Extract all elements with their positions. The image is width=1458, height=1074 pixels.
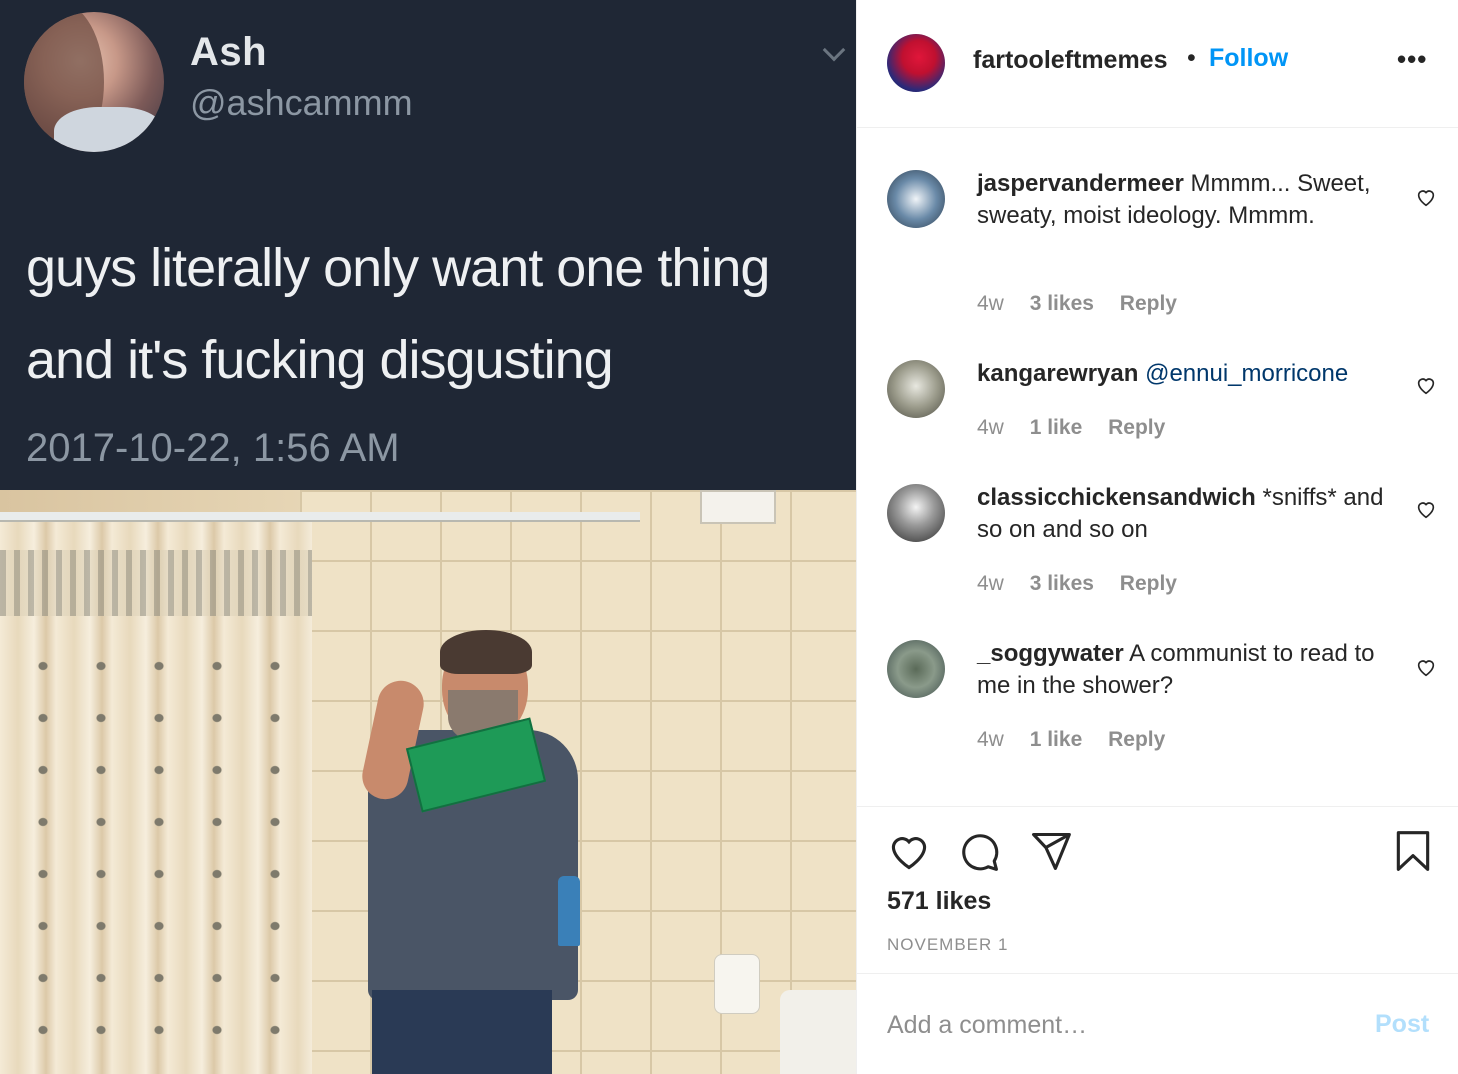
curtain-pattern-band: [0, 550, 312, 616]
author-username[interactable]: fartooleftmemes: [973, 46, 1168, 75]
post-actions: 571 likes NOVEMBER 1: [857, 806, 1458, 974]
comment-mention[interactable]: @ennui_morricone: [1145, 360, 1348, 387]
reply-button[interactable]: Reply: [1108, 416, 1165, 439]
commenter-avatar[interactable]: [887, 360, 945, 418]
comment-meta: 4w 3 likes Reply: [977, 572, 1197, 596]
post-header: fartooleftmemes • Follow •••: [857, 0, 1458, 128]
add-comment-bar: Post: [857, 974, 1458, 1074]
man-legs: [372, 990, 552, 1074]
man-hair: [440, 630, 532, 674]
wall-heater: [700, 490, 776, 524]
tweet-author-handle: @ashcammm: [190, 82, 413, 123]
toilet: [780, 990, 856, 1074]
comment-likes[interactable]: 3 likes: [1030, 572, 1094, 595]
chevron-down-icon: [822, 38, 846, 62]
comment-age[interactable]: 4w: [977, 572, 1004, 595]
tweet-timestamp: 2017-10-22, 1:56 AM: [26, 426, 400, 470]
tweet-text: guys literally only want one thing and i…: [26, 222, 846, 406]
commenter-username[interactable]: kangarewryan: [977, 360, 1138, 387]
comment-body: jaspervandermeer Mmmm... Sweet, sweaty, …: [977, 168, 1397, 232]
like-count[interactable]: 571 likes: [887, 887, 991, 916]
add-comment-input[interactable]: [887, 1004, 1347, 1046]
heart-icon[interactable]: [1415, 656, 1437, 678]
commenter-username[interactable]: classicchickensandwich: [977, 484, 1256, 511]
commenter-avatar[interactable]: [887, 484, 945, 542]
heart-icon[interactable]: [1415, 374, 1437, 396]
tweet-avatar: [24, 12, 164, 152]
tweet-text-line: guys literally only want one thing: [26, 238, 770, 298]
curtain-rod: [0, 512, 640, 522]
commenter-username[interactable]: _soggywater: [977, 640, 1124, 667]
comments-list[interactable]: jaspervandermeer Mmmm... Sweet, sweaty, …: [857, 128, 1458, 808]
comment-likes[interactable]: 1 like: [1030, 416, 1083, 439]
post-image[interactable]: Ash @ashcammm guys literally only want o…: [0, 0, 856, 1074]
comment-age[interactable]: 4w: [977, 728, 1004, 751]
comment-age[interactable]: 4w: [977, 416, 1004, 439]
heart-icon[interactable]: [1415, 186, 1437, 208]
comment-meta: 4w 1 like Reply: [977, 416, 1185, 440]
like-heart-icon[interactable]: [887, 829, 931, 873]
post-comment-button[interactable]: Post: [1375, 1010, 1429, 1039]
post-date[interactable]: NOVEMBER 1: [887, 935, 1008, 955]
follow-button[interactable]: Follow: [1209, 44, 1288, 73]
heart-icon[interactable]: [1415, 498, 1437, 520]
share-paper-plane-icon[interactable]: [1029, 829, 1073, 873]
commenter-username[interactable]: jaspervandermeer: [977, 170, 1184, 197]
comment-body: kangarewryan @ennui_morricone: [977, 358, 1397, 390]
post-sidebar: fartooleftmemes • Follow ••• jaspervande…: [856, 0, 1458, 1074]
curtain-pattern: [0, 630, 312, 1044]
toilet-paper-roll: [714, 954, 760, 1014]
bathroom-photo: [0, 490, 856, 1074]
tweet-author-name: Ash: [190, 30, 268, 74]
bookmark-icon[interactable]: [1391, 829, 1435, 873]
tweet-text-line: and it's fucking disgusting: [26, 330, 614, 390]
commenter-avatar[interactable]: [887, 640, 945, 698]
reply-button[interactable]: Reply: [1120, 292, 1177, 315]
header-separator: •: [1187, 44, 1196, 72]
comment-likes[interactable]: 1 like: [1030, 728, 1083, 751]
comment-bubble-icon[interactable]: [957, 829, 1001, 873]
tweet-screenshot: Ash @ashcammm guys literally only want o…: [0, 0, 856, 490]
reply-button[interactable]: Reply: [1108, 728, 1165, 751]
comment-likes[interactable]: 3 likes: [1030, 292, 1094, 315]
comment-meta: 4w 3 likes Reply: [977, 292, 1197, 316]
reply-button[interactable]: Reply: [1120, 572, 1177, 595]
author-avatar[interactable]: [887, 34, 945, 92]
more-options-icon[interactable]: •••: [1397, 44, 1427, 75]
comment-body: _soggywater A communist to read to me in…: [977, 638, 1397, 702]
comment-meta: 4w 1 like Reply: [977, 728, 1185, 752]
shampoo-bottle: [558, 876, 580, 946]
commenter-avatar[interactable]: [887, 170, 945, 228]
comment-age[interactable]: 4w: [977, 292, 1004, 315]
comment-body: classicchickensandwich *sniffs* and so o…: [977, 482, 1397, 546]
